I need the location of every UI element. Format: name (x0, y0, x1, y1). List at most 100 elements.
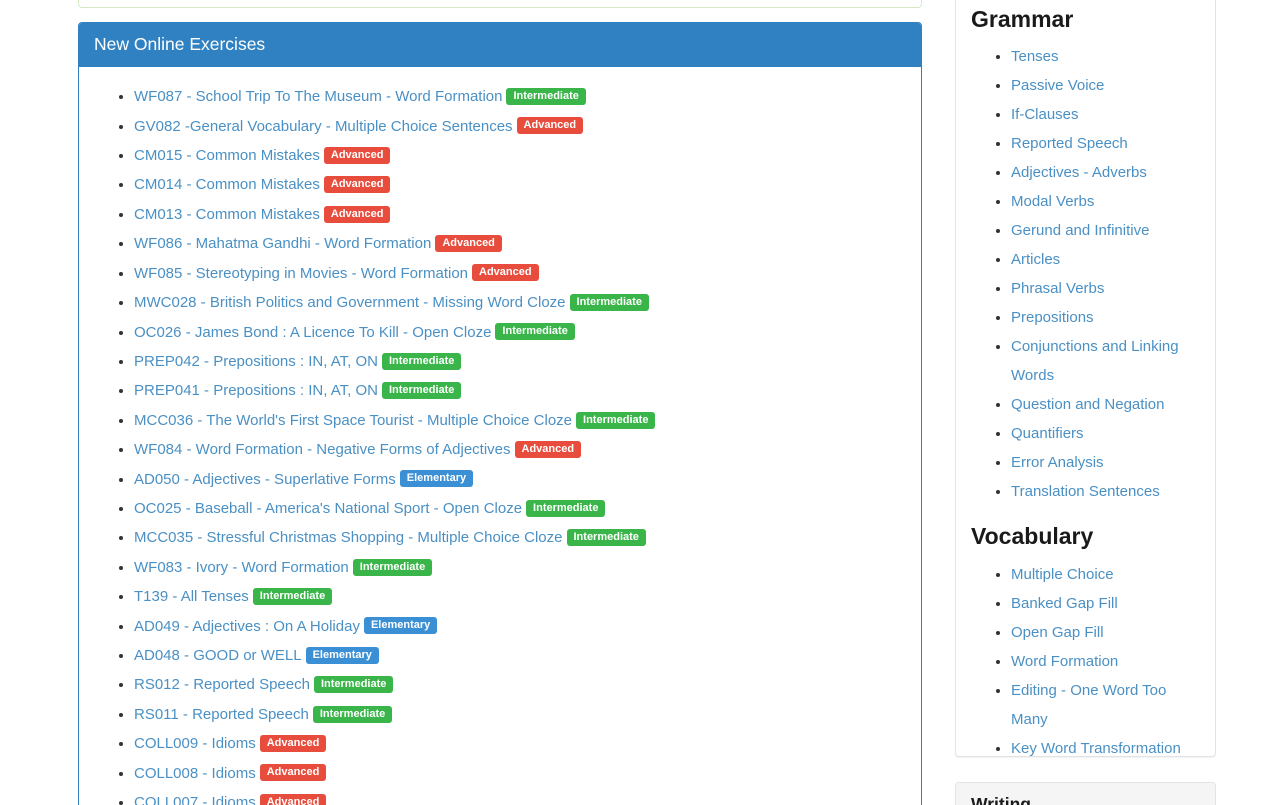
exercise-link[interactable]: WF085 - Stereotyping in Movies - Word Fo… (134, 265, 468, 282)
level-badge: Advanced (260, 735, 327, 752)
exercise-list-item: WF085 - Stereotyping in Movies - Word Fo… (134, 259, 906, 288)
sidebar-sections: Grammar Tenses Passive Voice If-Clauses Repo… (956, 7, 1215, 757)
sidebar-item-word-formation[interactable]: Word Formation (1011, 653, 1118, 670)
exercise-list-item: RS012 - Reported SpeechIntermediate (134, 670, 906, 699)
exercise-link[interactable]: MWC028 - British Politics and Government… (134, 294, 566, 311)
sidebar-list-item: Banked Gap Fill (1011, 589, 1200, 618)
exercise-link[interactable]: COLL007 - Idioms (134, 794, 256, 805)
exercise-link[interactable]: WF086 - Mahatma Gandhi - Word Formation (134, 235, 431, 252)
sidebar-section-list: Tenses Passive Voice If-Clauses Reported Sp… (971, 42, 1200, 506)
sidebar-item-translation-sentences[interactable]: Translation Sentences (1011, 483, 1160, 500)
exercise-link[interactable]: WF083 - Ivory - Word Formation (134, 559, 349, 576)
sidebar-list-item: Gerund and Infinitive (1011, 216, 1200, 245)
sidebar-item-tenses[interactable]: Tenses (1011, 48, 1059, 65)
exercise-list-item: CM013 - Common MistakesAdvanced (134, 200, 906, 229)
exercise-list-item: GV082 -General Vocabulary - Multiple Cho… (134, 112, 906, 141)
sidebar-item-prepositions[interactable]: Prepositions (1011, 309, 1094, 326)
level-badge: Intermediate (382, 353, 461, 370)
exercise-link[interactable]: WF087 - School Trip To The Museum - Word… (134, 88, 502, 105)
sidebar-item-key-word-transformation[interactable]: Key Word Transformation (1011, 740, 1181, 757)
sidebar-item-multiple-choice[interactable]: Multiple Choice (1011, 566, 1114, 583)
sidebar-list-item: Articles (1011, 245, 1200, 274)
exercise-link[interactable]: T139 - All Tenses (134, 588, 249, 605)
exercise-link[interactable]: PREP042 - Prepositions : IN, AT, ON (134, 353, 378, 370)
sidebar-list-item: Question and Negation (1011, 390, 1200, 419)
level-badge: Advanced (472, 264, 539, 281)
exercise-link[interactable]: CM014 - Common Mistakes (134, 176, 320, 193)
exercise-link[interactable]: RS012 - Reported Speech (134, 676, 310, 693)
exercise-list-item: T139 - All TensesIntermediate (134, 582, 906, 611)
writing-panel: Writing (955, 782, 1216, 805)
page-root: New Online Exercises WF087 - School Trip… (0, 0, 1268, 805)
exercise-link[interactable]: OC025 - Baseball - America's National Sp… (134, 500, 522, 517)
main-content-column: New Online Exercises WF087 - School Trip… (78, 22, 922, 805)
exercise-link[interactable]: AD048 - GOOD or WELL (134, 647, 302, 664)
exercise-link[interactable]: AD049 - Adjectives : On A Holiday (134, 618, 360, 635)
sidebar-list-item: Adjectives - Adverbs (1011, 158, 1200, 187)
sidebar-item-if-clauses[interactable]: If-Clauses (1011, 106, 1079, 123)
level-badge: Intermediate (313, 706, 392, 723)
sidebar-item-error-analysis[interactable]: Error Analysis (1011, 454, 1104, 471)
level-badge: Intermediate (353, 559, 432, 576)
level-badge: Advanced (324, 176, 391, 193)
exercise-link[interactable]: MCC036 - The World's First Space Tourist… (134, 412, 572, 429)
sidebar-list-item: Modal Verbs (1011, 187, 1200, 216)
sidebar-item-modal-verbs[interactable]: Modal Verbs (1011, 193, 1094, 210)
sidebar-item-open-gap-fill[interactable]: Open Gap Fill (1011, 624, 1104, 641)
sidebar-item-question-and-negation[interactable]: Question and Negation (1011, 396, 1164, 413)
sidebar-item-conjunctions-and-linking-words[interactable]: Conjunctions and Linking Words (1011, 338, 1179, 384)
exercise-list-item: OC026 - James Bond : A Licence To Kill -… (134, 318, 906, 347)
exercise-link[interactable]: CM013 - Common Mistakes (134, 206, 320, 223)
sidebar-list-item: Phrasal Verbs (1011, 274, 1200, 303)
sidebar-list-item: If-Clauses (1011, 100, 1200, 129)
sidebar-list-item: Key Word Transformation (1011, 734, 1200, 757)
exercise-list-item: CM014 - Common MistakesAdvanced (134, 170, 906, 199)
exercise-link[interactable]: PREP041 - Prepositions : IN, AT, ON (134, 382, 378, 399)
sidebar-list-item: Prepositions (1011, 303, 1200, 332)
exercise-link[interactable]: COLL008 - Idioms (134, 765, 256, 782)
sidebar-list-item: Error Analysis (1011, 448, 1200, 477)
sidebar-item-adjectives-adverbs[interactable]: Adjectives - Adverbs (1011, 164, 1147, 181)
sidebar-section-list: Multiple Choice Banked Gap Fill Open Gap F… (971, 560, 1200, 757)
level-badge: Advanced (435, 235, 502, 252)
exercise-list: WF087 - School Trip To The Museum - Word… (94, 82, 906, 805)
level-badge: Intermediate (495, 323, 574, 340)
exercise-link[interactable]: RS011 - Reported Speech (134, 706, 309, 723)
exercise-link[interactable]: AD050 - Adjectives - Superlative Forms (134, 471, 396, 488)
exercise-link[interactable]: MCC035 - Stressful Christmas Shopping - … (134, 529, 563, 546)
sidebar-item-reported-speech[interactable]: Reported Speech (1011, 135, 1128, 152)
exercise-list-item: PREP041 - Prepositions : IN, AT, ONInter… (134, 376, 906, 405)
exercise-list-item: WF083 - Ivory - Word FormationIntermedia… (134, 553, 906, 582)
writing-panel-header: Writing (956, 783, 1215, 805)
level-badge: Intermediate (314, 676, 393, 693)
sidebar-item-phrasal-verbs[interactable]: Phrasal Verbs (1011, 280, 1104, 297)
sidebar-item-quantifiers[interactable]: Quantifiers (1011, 425, 1084, 442)
level-badge: Intermediate (526, 500, 605, 517)
sidebar-item-editing-one-word-too-many[interactable]: Editing - One Word Too Many (1011, 682, 1166, 728)
exercise-link[interactable]: OC026 - James Bond : A Licence To Kill -… (134, 324, 491, 341)
level-badge: Advanced (260, 764, 327, 781)
exercise-list-item: COLL008 - IdiomsAdvanced (134, 759, 906, 788)
panel-header: New Online Exercises (79, 23, 921, 67)
level-badge: Intermediate (570, 294, 649, 311)
level-badge: Advanced (324, 147, 391, 164)
exercise-link[interactable]: WF084 - Word Formation - Negative Forms … (134, 441, 511, 458)
exercise-list-item: MCC036 - The World's First Space Tourist… (134, 406, 906, 435)
exercise-link[interactable]: CM015 - Common Mistakes (134, 147, 320, 164)
level-badge: Intermediate (506, 88, 585, 105)
categories-panel: Grammar Tenses Passive Voice If-Clauses Repo… (955, 0, 1216, 757)
level-badge: Intermediate (567, 529, 646, 546)
exercise-list-item: AD049 - Adjectives : On A HolidayElement… (134, 612, 906, 641)
exercise-link[interactable]: GV082 -General Vocabulary - Multiple Cho… (134, 118, 513, 135)
page-title: New Online Exercises (94, 35, 906, 54)
exercise-list-item: COLL009 - IdiomsAdvanced (134, 729, 906, 758)
sidebar-item-passive-voice[interactable]: Passive Voice (1011, 77, 1104, 94)
exercise-list-item: RS011 - Reported SpeechIntermediate (134, 700, 906, 729)
sidebar-item-gerund-and-infinitive[interactable]: Gerund and Infinitive (1011, 222, 1149, 239)
sidebar-item-banked-gap-fill[interactable]: Banked Gap Fill (1011, 595, 1118, 612)
sidebar-item-articles[interactable]: Articles (1011, 251, 1060, 268)
exercise-link[interactable]: COLL009 - Idioms (134, 735, 256, 752)
level-badge: Intermediate (576, 412, 655, 429)
sidebar-section-heading: Grammar (971, 7, 1200, 32)
level-badge: Elementary (364, 617, 437, 634)
